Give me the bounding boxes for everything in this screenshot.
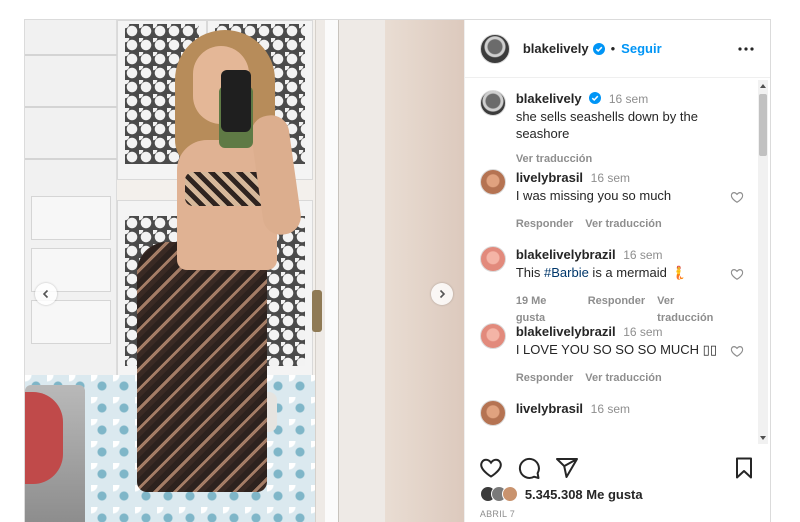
comment-avatar[interactable] <box>479 323 506 349</box>
comment-time[interactable]: 16 sem <box>623 325 662 339</box>
comment-text: I LOVE YOU SO SO SO MUCH ▯▯ <box>515 342 717 357</box>
more-options-button[interactable] <box>736 39 756 59</box>
post-side-panel: blakelively • Seguir blakelively 16 sem … <box>463 20 770 522</box>
comment-time[interactable]: 16 sem <box>591 402 630 416</box>
author-username[interactable]: blakelively <box>523 41 589 56</box>
comment-like-heart-icon[interactable] <box>730 344 744 358</box>
comment-like-heart-icon[interactable] <box>730 190 744 204</box>
save-button[interactable] <box>732 456 756 480</box>
caption-time[interactable]: 16 sem <box>609 92 648 106</box>
caption-text: she sells seashells down by the seashore <box>515 109 698 141</box>
post-header: blakelively • Seguir <box>464 20 770 78</box>
comment-likes-count[interactable]: 19 Me gusta <box>516 293 576 327</box>
post-photo[interactable] <box>25 20 464 522</box>
author-avatar[interactable] <box>479 33 510 64</box>
verified-badge-icon <box>589 92 602 104</box>
comments-list[interactable]: blakelively 16 sem she sells seashells d… <box>465 78 756 442</box>
action-bar <box>479 450 756 486</box>
scroll-up-arrow-icon[interactable] <box>760 83 766 89</box>
comment-text: I was missing you so much <box>515 188 672 203</box>
photo-scene <box>25 20 464 522</box>
caption: blakelively 16 sem she sells seashells d… <box>479 90 756 169</box>
instagram-post: blakelively • Seguir blakelively 16 sem … <box>24 19 771 522</box>
post-date[interactable]: ABRIL 7 <box>480 509 515 519</box>
comment-reply-link[interactable]: Responder <box>516 370 573 387</box>
comment-button[interactable] <box>517 456 541 480</box>
hashtag-link[interactable]: #Barbie <box>544 265 589 280</box>
comment-time[interactable]: 16 sem <box>591 171 630 185</box>
comment-username[interactable]: blakelivelybrazil <box>516 324 616 339</box>
comment-avatar[interactable] <box>479 169 506 195</box>
comment-username[interactable]: livelybrasil <box>516 401 583 416</box>
comment-username[interactable]: blakelivelybrazil <box>516 247 616 262</box>
scrollbar-thumb[interactable] <box>759 94 767 156</box>
save-icon <box>736 457 752 479</box>
caption-avatar[interactable] <box>479 90 506 116</box>
share-button[interactable] <box>555 456 579 480</box>
person-skirt <box>137 242 267 492</box>
door-handle <box>312 290 322 332</box>
comment-text: This #Barbie is a mermaid 🧜 <box>516 264 730 281</box>
comment-avatar[interactable] <box>479 246 506 272</box>
comment-reply-link[interactable]: Responder <box>516 216 573 233</box>
verified-badge-icon <box>592 42 605 55</box>
comment-reply-link[interactable]: Responder <box>588 293 645 327</box>
like-button[interactable] <box>479 456 503 480</box>
comment-avatar[interactable] <box>479 400 506 426</box>
caption-username[interactable]: blakelively <box>516 91 582 106</box>
comment-item: livelybrasil 16 sem I was missing you so… <box>479 169 756 246</box>
comment-time[interactable]: 16 sem <box>623 248 662 262</box>
chevron-right-icon <box>439 289 446 299</box>
comment-text-prefix: This <box>515 265 544 280</box>
heart-icon <box>480 458 502 478</box>
share-icon <box>555 458 578 478</box>
comment-icon <box>518 457 540 479</box>
comment-item: livelybrasil 16 sem <box>479 400 756 440</box>
more-horizontal-icon <box>738 46 754 51</box>
comments-scrollbar[interactable] <box>758 80 768 444</box>
comment-item: blakelivelybrazil 16 sem I LOVE YOU SO S… <box>479 323 756 400</box>
header-separator: • <box>610 41 616 56</box>
liker-avatar <box>501 486 518 502</box>
previous-photo-button[interactable] <box>35 283 57 305</box>
comment-translate-link[interactable]: Ver traducción <box>585 370 661 387</box>
chevron-left-icon <box>42 289 49 299</box>
comment-item: blakelivelybrazil 16 sem This #Barbie is… <box>479 246 756 324</box>
phone <box>221 70 251 132</box>
follow-button[interactable]: Seguir <box>621 41 661 56</box>
comment-translate-link[interactable]: Ver traducción <box>585 216 661 233</box>
likes-row[interactable]: 5.345.308 Me gusta <box>479 486 643 502</box>
caption-translate-link[interactable]: Ver traducción <box>516 151 592 168</box>
likes-count[interactable]: 5.345.308 Me gusta <box>525 487 643 502</box>
comment-text-suffix: is a mermaid 🧜 <box>588 265 687 280</box>
next-photo-button[interactable] <box>431 283 453 305</box>
comment-translate-link[interactable]: Ver traducción <box>657 293 730 327</box>
scroll-down-arrow-icon[interactable] <box>760 435 766 441</box>
comment-username[interactable]: livelybrasil <box>516 170 583 185</box>
photo-shelving <box>25 20 117 380</box>
comment-like-heart-icon[interactable] <box>730 267 744 281</box>
